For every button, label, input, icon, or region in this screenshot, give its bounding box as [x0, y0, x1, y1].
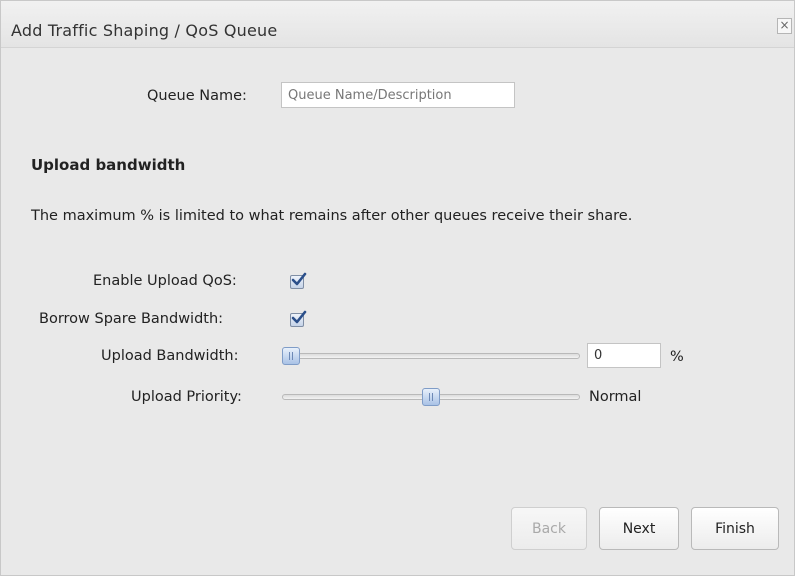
- upload-bandwidth-input[interactable]: [587, 343, 661, 368]
- enable-upload-qos-label: Enable Upload QoS:: [93, 273, 237, 289]
- upload-bandwidth-label: Upload Bandwidth:: [101, 348, 239, 364]
- upload-bandwidth-slider-handle[interactable]: [282, 347, 300, 365]
- check-icon: [291, 310, 307, 324]
- upload-priority-label: Upload Priority:: [131, 389, 242, 405]
- enable-upload-qos-checkbox[interactable]: [290, 272, 307, 289]
- queue-name-label: Queue Name:: [147, 88, 247, 104]
- queue-name-input[interactable]: [281, 82, 515, 108]
- dialog-title: Add Traffic Shaping / QoS Queue: [11, 21, 278, 40]
- check-icon: [291, 272, 307, 286]
- back-button[interactable]: Back: [511, 507, 587, 550]
- dialog-titlebar: Add Traffic Shaping / QoS Queue ×: [1, 1, 794, 48]
- upload-description: The maximum % is limited to what remains…: [31, 208, 633, 224]
- finish-button[interactable]: Finish: [691, 507, 779, 550]
- upload-bandwidth-unit: %: [670, 349, 684, 365]
- borrow-spare-bandwidth-label: Borrow Spare Bandwidth:: [39, 311, 224, 327]
- close-icon[interactable]: ×: [777, 18, 792, 34]
- next-button[interactable]: Next: [599, 507, 679, 550]
- upload-bandwidth-slider-track[interactable]: [282, 353, 580, 359]
- upload-priority-value: Normal: [589, 389, 642, 405]
- upload-priority-slider-handle[interactable]: [422, 388, 440, 406]
- upload-section-title: Upload bandwidth: [31, 156, 186, 174]
- qos-queue-dialog: Add Traffic Shaping / QoS Queue × Queue …: [0, 0, 795, 576]
- borrow-spare-bandwidth-checkbox[interactable]: [290, 310, 307, 327]
